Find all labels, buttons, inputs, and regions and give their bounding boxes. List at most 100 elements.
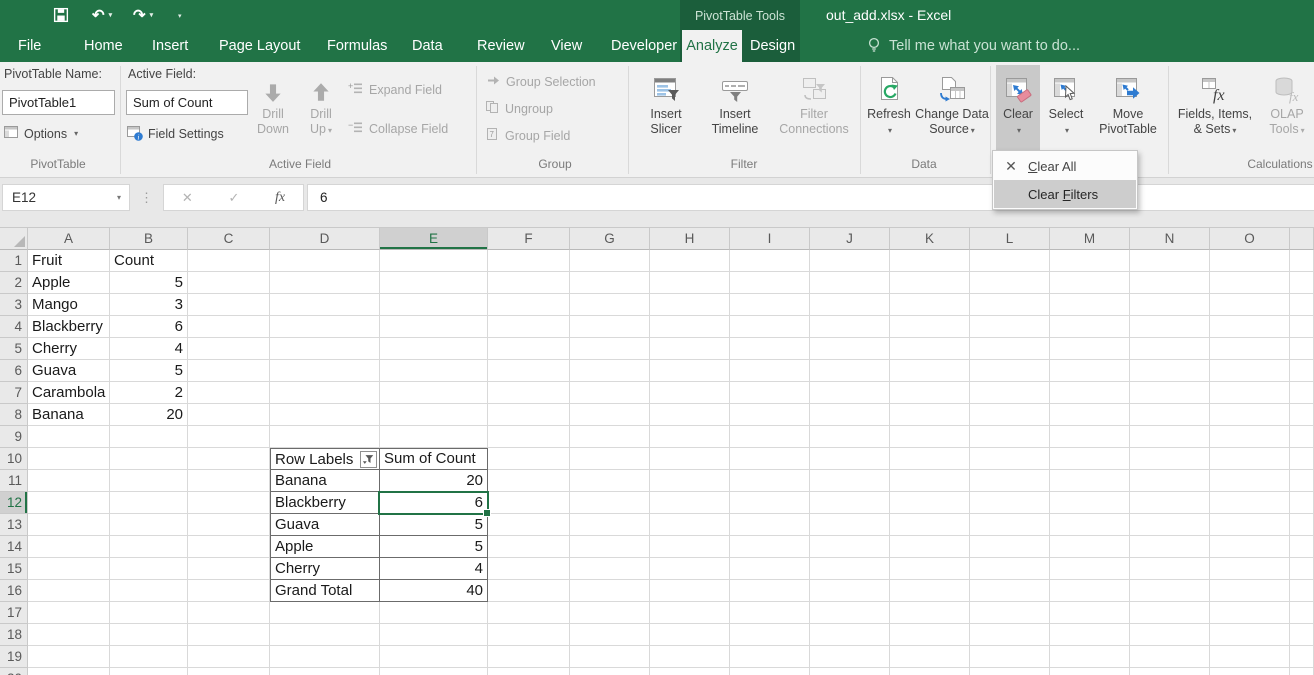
tab-page-layout[interactable]: Page Layout: [219, 30, 300, 62]
cell-I2[interactable]: [730, 272, 810, 294]
cell-A18[interactable]: [28, 624, 110, 646]
cell-D18[interactable]: [270, 624, 380, 646]
cell-L15[interactable]: [970, 558, 1050, 580]
select-all-corner[interactable]: [0, 228, 28, 250]
cell-A19[interactable]: [28, 646, 110, 668]
cell-O11[interactable]: [1210, 470, 1290, 492]
cell-C2[interactable]: [188, 272, 270, 294]
cell-F1[interactable]: [488, 250, 570, 272]
cell-B6[interactable]: 5: [110, 360, 188, 382]
cell-B4[interactable]: 6: [110, 316, 188, 338]
cell-N11[interactable]: [1130, 470, 1210, 492]
menu-item-clear-all[interactable]: ✕ Clear All: [994, 152, 1136, 180]
cell-J9[interactable]: [810, 426, 890, 448]
cell-M19[interactable]: [1050, 646, 1130, 668]
cell-J11[interactable]: [810, 470, 890, 492]
cell-E3[interactable]: [380, 294, 488, 316]
cell-J12[interactable]: [810, 492, 890, 514]
cell-K3[interactable]: [890, 294, 970, 316]
cell-partial-6[interactable]: [1290, 360, 1314, 382]
cell-M7[interactable]: [1050, 382, 1130, 404]
cell-K7[interactable]: [890, 382, 970, 404]
collapse-field-button[interactable]: − Collapse Field: [348, 118, 448, 139]
cell-N7[interactable]: [1130, 382, 1210, 404]
cell-A4[interactable]: Blackberry: [28, 316, 110, 338]
cell-partial-14[interactable]: [1290, 536, 1314, 558]
cell-D4[interactable]: [270, 316, 380, 338]
cell-N18[interactable]: [1130, 624, 1210, 646]
cell-J10[interactable]: [810, 448, 890, 470]
cell-H8[interactable]: [650, 404, 730, 426]
row-header-20[interactable]: 20: [0, 668, 28, 675]
cell-K15[interactable]: [890, 558, 970, 580]
options-button[interactable]: Options▾: [3, 123, 78, 144]
cell-C18[interactable]: [188, 624, 270, 646]
select-button[interactable]: Select ▾: [1042, 65, 1090, 151]
cell-A7[interactable]: Carambola: [28, 382, 110, 404]
cell-O17[interactable]: [1210, 602, 1290, 624]
cell-L11[interactable]: [970, 470, 1050, 492]
cell-N3[interactable]: [1130, 294, 1210, 316]
cell-F4[interactable]: [488, 316, 570, 338]
cell-O13[interactable]: [1210, 514, 1290, 536]
cell-H17[interactable]: [650, 602, 730, 624]
column-header-D[interactable]: D: [270, 228, 380, 250]
cell-D13[interactable]: Guava: [270, 514, 380, 536]
tab-review[interactable]: Review: [477, 30, 525, 62]
cell-N10[interactable]: [1130, 448, 1210, 470]
cell-I20[interactable]: [730, 668, 810, 675]
row-header-2[interactable]: 2: [0, 272, 28, 294]
cell-H10[interactable]: [650, 448, 730, 470]
cell-H7[interactable]: [650, 382, 730, 404]
cell-M17[interactable]: [1050, 602, 1130, 624]
cell-D6[interactable]: [270, 360, 380, 382]
insert-slicer-button[interactable]: Insert Slicer: [634, 65, 698, 151]
cell-K13[interactable]: [890, 514, 970, 536]
cell-D15[interactable]: Cherry: [270, 558, 380, 580]
cell-M12[interactable]: [1050, 492, 1130, 514]
cell-C3[interactable]: [188, 294, 270, 316]
cell-A16[interactable]: [28, 580, 110, 602]
cell-B12[interactable]: [110, 492, 188, 514]
cell-J3[interactable]: [810, 294, 890, 316]
cell-E4[interactable]: [380, 316, 488, 338]
cell-L2[interactable]: [970, 272, 1050, 294]
cell-G19[interactable]: [570, 646, 650, 668]
cell-L12[interactable]: [970, 492, 1050, 514]
cell-N8[interactable]: [1130, 404, 1210, 426]
cell-L18[interactable]: [970, 624, 1050, 646]
cell-I12[interactable]: [730, 492, 810, 514]
cell-J1[interactable]: [810, 250, 890, 272]
cell-C17[interactable]: [188, 602, 270, 624]
cell-I14[interactable]: [730, 536, 810, 558]
cell-K8[interactable]: [890, 404, 970, 426]
cell-E17[interactable]: [380, 602, 488, 624]
cell-B10[interactable]: [110, 448, 188, 470]
cell-G3[interactable]: [570, 294, 650, 316]
cell-L6[interactable]: [970, 360, 1050, 382]
filter-icon[interactable]: [360, 451, 377, 468]
cell-E10[interactable]: Sum of Count: [380, 448, 488, 470]
cell-B15[interactable]: [110, 558, 188, 580]
cell-M4[interactable]: [1050, 316, 1130, 338]
cell-H13[interactable]: [650, 514, 730, 536]
cell-I9[interactable]: [730, 426, 810, 448]
cell-A8[interactable]: Banana: [28, 404, 110, 426]
cell-M1[interactable]: [1050, 250, 1130, 272]
cell-C13[interactable]: [188, 514, 270, 536]
cell-I18[interactable]: [730, 624, 810, 646]
cell-F9[interactable]: [488, 426, 570, 448]
cell-F11[interactable]: [488, 470, 570, 492]
cell-H19[interactable]: [650, 646, 730, 668]
fields-items-sets-button[interactable]: fx Fields, Items, & Sets▾: [1172, 65, 1258, 151]
cell-partial-15[interactable]: [1290, 558, 1314, 580]
cell-H5[interactable]: [650, 338, 730, 360]
cell-L7[interactable]: [970, 382, 1050, 404]
row-header-13[interactable]: 13: [0, 514, 28, 536]
cell-J2[interactable]: [810, 272, 890, 294]
qat-customize-icon[interactable]: ▾: [178, 0, 182, 30]
cell-A20[interactable]: [28, 668, 110, 675]
cell-L1[interactable]: [970, 250, 1050, 272]
cell-F8[interactable]: [488, 404, 570, 426]
cell-L5[interactable]: [970, 338, 1050, 360]
